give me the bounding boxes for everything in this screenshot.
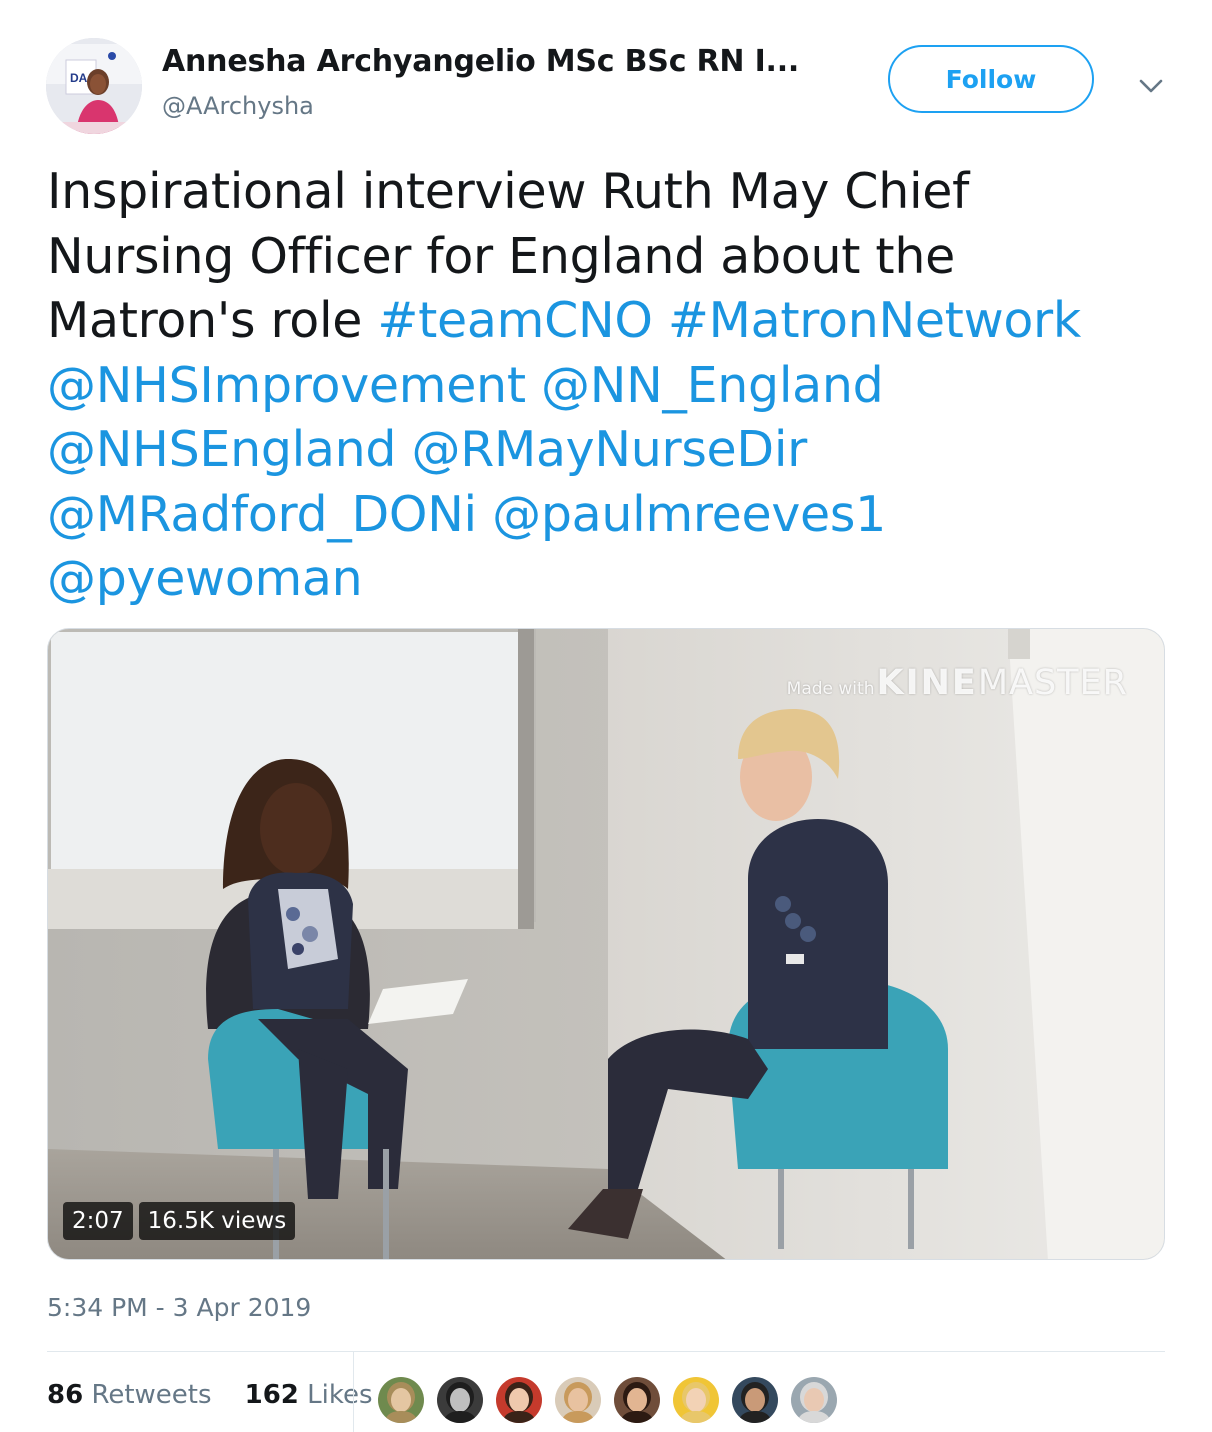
retweets-stat[interactable]: 86 Retweets — [47, 1380, 212, 1410]
tweet-stats: 86 Retweets 162 Likes — [47, 1380, 373, 1410]
mention-link[interactable]: @paulmreeves1 — [492, 486, 886, 543]
chevron-down-icon[interactable] — [1137, 76, 1165, 96]
author-avatar-image: DA — [46, 38, 142, 134]
tweet-text-segment — [526, 357, 541, 414]
mention-link[interactable]: @NHSImprovement — [47, 357, 526, 414]
mention-link[interactable]: @MRadford_DONi — [47, 486, 477, 543]
hashtag-link[interactable]: #MatronNetwork — [668, 292, 1081, 349]
liker-avatar-4[interactable] — [555, 1377, 601, 1423]
liker-avatar-8[interactable] — [791, 1377, 837, 1423]
liker-avatar-2[interactable] — [437, 1377, 483, 1423]
liker-avatar-6[interactable] — [673, 1377, 719, 1423]
video-duration-badge: 2:07 — [63, 1202, 133, 1240]
video-thumbnail — [48, 629, 1164, 1259]
video-views-badge: 16.5K views — [138, 1202, 296, 1240]
liker-avatar-3[interactable] — [496, 1377, 542, 1423]
retweets-label: Retweets — [91, 1380, 212, 1410]
watermark-brand-bold: KINE — [876, 663, 978, 703]
liker-avatar-7[interactable] — [732, 1377, 778, 1423]
stats-divider — [47, 1351, 1165, 1352]
liker-avatar-1[interactable] — [378, 1377, 424, 1423]
stats-vertical-divider — [353, 1352, 354, 1432]
watermark-prefix: Made with — [786, 679, 875, 699]
video-watermark: Made withKINEMASTER — [787, 663, 1128, 703]
likes-label: Likes — [307, 1380, 373, 1410]
author-handle[interactable]: @AArchysha — [162, 92, 314, 120]
avatar-banner-text: DA — [70, 71, 88, 85]
retweets-count: 86 — [47, 1380, 84, 1410]
author-display-name[interactable]: Annesha Archyangelio MSc BSc RN I... — [162, 44, 799, 79]
liker-avatar-5[interactable] — [614, 1377, 660, 1423]
tweet-text: Inspirational interview Ruth May Chief N… — [47, 160, 1157, 612]
tweet-text-segment — [653, 292, 668, 349]
likes-count: 162 — [244, 1380, 299, 1410]
follow-button[interactable]: Follow — [888, 45, 1094, 113]
tweet-text-segment — [477, 486, 492, 543]
tweet-timestamp[interactable]: 5:34 PM - 3 Apr 2019 — [47, 1293, 311, 1322]
watermark-brand-thin: MASTER — [977, 663, 1128, 703]
mention-link[interactable]: @RMayNurseDir — [412, 421, 808, 478]
mention-link[interactable]: @pyewoman — [47, 550, 363, 607]
author-avatar[interactable]: DA — [46, 38, 142, 134]
mention-link[interactable]: @NHSEngland — [47, 421, 397, 478]
video-player[interactable]: Made withKINEMASTER 2:07 16.5K views — [47, 628, 1165, 1260]
mention-link[interactable]: @NN_England — [541, 357, 884, 414]
video-badges: 2:07 16.5K views — [63, 1202, 296, 1240]
tweet-text-segment — [396, 421, 411, 478]
hashtag-link[interactable]: #teamCNO — [377, 292, 653, 349]
liker-avatars — [378, 1377, 837, 1423]
